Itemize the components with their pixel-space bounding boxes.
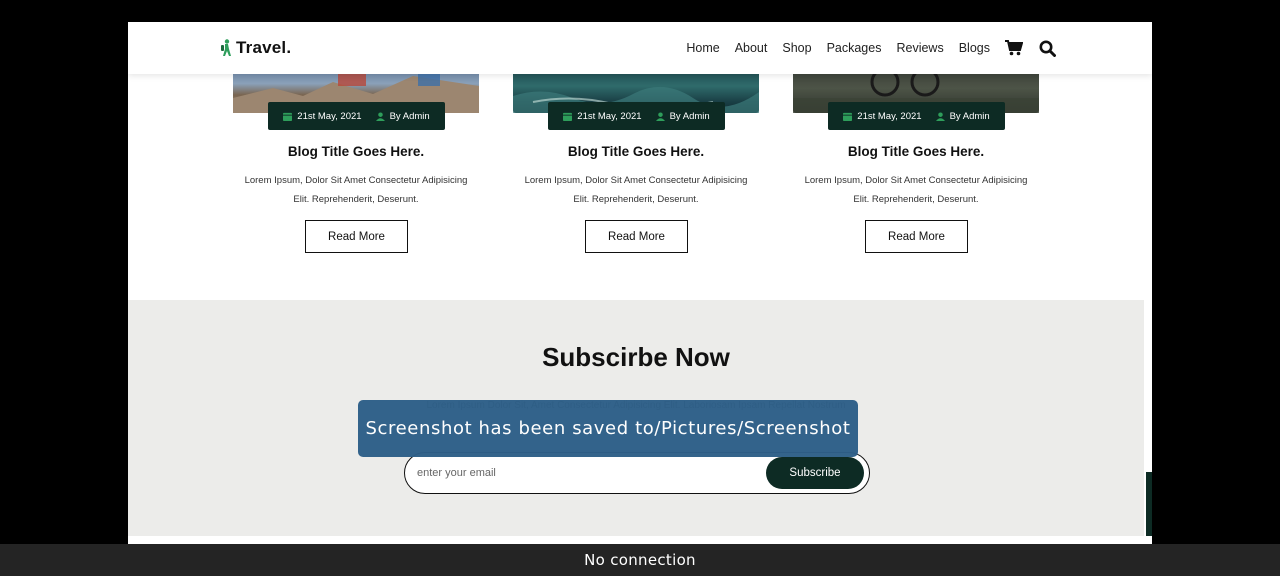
blog-author: By Admin	[389, 110, 430, 122]
search-icon[interactable]	[1039, 40, 1056, 57]
blog-author: By Admin	[949, 110, 990, 122]
date-meta: 21st May, 2021	[563, 110, 642, 122]
blog-date: 21st May, 2021	[857, 110, 922, 122]
blog-text-line: Elit. Reprehenderit, Deserunt.	[293, 194, 419, 205]
author-meta: By Admin	[655, 110, 710, 122]
user-icon	[935, 111, 945, 121]
read-more-button[interactable]: Read More	[585, 220, 688, 253]
read-more-button[interactable]: Read More	[305, 220, 408, 253]
blog-author: By Admin	[669, 110, 710, 122]
blog-title: Blog Title Goes Here.	[567, 144, 705, 159]
site-header: Travel. Home About Shop Packages Reviews…	[128, 22, 1152, 74]
nav-reviews[interactable]: Reviews	[896, 41, 943, 55]
blog-text-line: Lorem Ipsum, Dolor Sit Amet Consectetur …	[804, 175, 1028, 186]
blog-text: Lorem Ipsum, Dolor Sit Amet Consectetur …	[513, 171, 759, 209]
logo[interactable]: Travel.	[219, 37, 291, 59]
blog-text-line: Lorem Ipsum, Dolor Sit Amet Consectetur …	[524, 175, 748, 186]
nav-blogs[interactable]: Blogs	[959, 41, 990, 55]
date-meta: 21st May, 2021	[843, 110, 922, 122]
blog-text: Lorem Ipsum, Dolor Sit Amet Consectetur …	[793, 171, 1039, 209]
calendar-icon	[283, 112, 293, 121]
email-input[interactable]	[417, 461, 747, 485]
screenshot-toast: Screenshot has been saved to/Pictures/Sc…	[358, 400, 858, 457]
nav-home[interactable]: Home	[686, 41, 719, 55]
blog-title: Blog Title Goes Here.	[847, 144, 985, 159]
next-section-edge	[128, 536, 1152, 544]
calendar-icon	[563, 112, 573, 121]
blog-meta: 21st May, 2021 By Admin	[268, 102, 445, 130]
blog-text-line: Elit. Reprehenderit, Deserunt.	[853, 194, 979, 205]
date-meta: 21st May, 2021	[283, 110, 362, 122]
subscribe-title: Subscirbe Now	[542, 342, 730, 372]
blog-meta: 21st May, 2021 By Admin	[828, 102, 1005, 130]
blog-text: Lorem Ipsum, Dolor Sit Amet Consectetur …	[233, 171, 479, 209]
calendar-icon	[843, 112, 853, 121]
main-nav: Home About Shop Packages Reviews Blogs	[686, 22, 1056, 74]
status-text: No connection	[584, 551, 696, 569]
author-meta: By Admin	[935, 110, 990, 122]
author-meta: By Admin	[375, 110, 430, 122]
blog-meta: 21st May, 2021 By Admin	[548, 102, 725, 130]
logo-text: Travel.	[236, 38, 292, 57]
blog-date: 21st May, 2021	[577, 110, 642, 122]
cart-icon[interactable]	[1005, 40, 1023, 56]
subscribe-button[interactable]: Subscribe	[766, 457, 864, 489]
scroll-indicator	[1146, 472, 1152, 544]
browser-viewport: 21st May, 2021 By Admin Blog Title Goes …	[128, 22, 1152, 544]
blog-text-line: Lorem Ipsum, Dolor Sit Amet Consectetur …	[244, 175, 468, 186]
blog-title: Blog Title Goes Here.	[287, 144, 425, 159]
user-icon	[655, 111, 665, 121]
nav-packages[interactable]: Packages	[827, 41, 882, 55]
hiker-icon	[221, 39, 231, 56]
nav-about[interactable]: About	[735, 41, 768, 55]
blog-date: 21st May, 2021	[297, 110, 362, 122]
connection-status-bar: No connection	[0, 544, 1280, 576]
nav-shop[interactable]: Shop	[782, 41, 811, 55]
user-icon	[375, 111, 385, 121]
subscribe-form: Subscribe	[404, 452, 870, 494]
blog-text-line: Elit. Reprehenderit, Deserunt.	[573, 194, 699, 205]
read-more-button[interactable]: Read More	[865, 220, 968, 253]
